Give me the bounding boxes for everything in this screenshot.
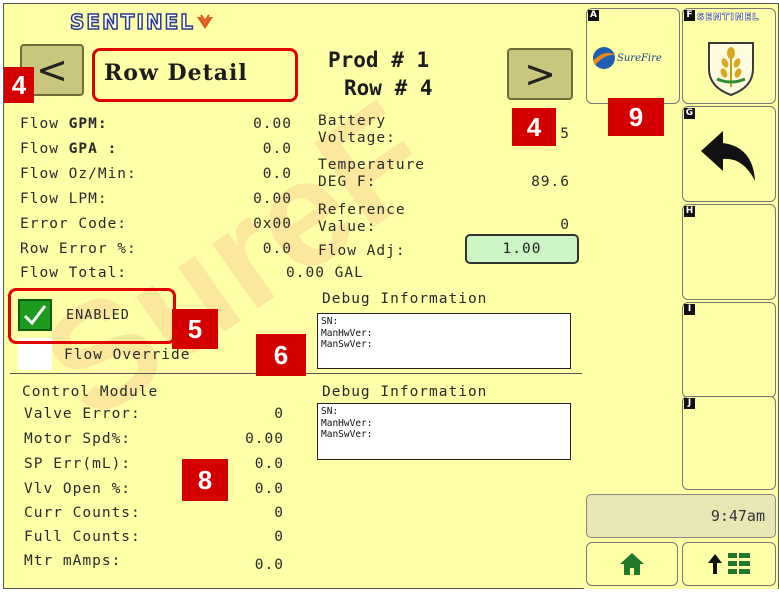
softkey-i-letter: I bbox=[684, 304, 695, 315]
sentinel-logo: SENTINEL bbox=[69, 8, 215, 36]
debug-info-title-2: Debug Information bbox=[322, 384, 488, 400]
curr-counts-value: 0 bbox=[274, 505, 284, 521]
valve-error-value: 0 bbox=[274, 406, 284, 422]
flow-lpm-value: 0.00 bbox=[253, 191, 292, 207]
callout-4-right: 4 bbox=[512, 108, 556, 146]
grid-layout-icon bbox=[728, 553, 750, 574]
softkey-f-logo-text: SENTINEL bbox=[697, 12, 760, 24]
sp-err-label: SP Err(mL): bbox=[24, 456, 132, 472]
flow-adj-value: 1.00 bbox=[502, 241, 542, 257]
debug-info-title-1: Debug Information bbox=[322, 291, 488, 307]
prod-number: Prod # 1 bbox=[328, 48, 430, 72]
home-icon bbox=[620, 553, 644, 575]
clock-display: 9:47am bbox=[586, 494, 776, 538]
full-counts-value: 0 bbox=[274, 529, 284, 545]
flow-gpm-value: 0.00 bbox=[253, 116, 292, 132]
debug-info-box-2: SN: ManHwVer: ManSwVer: bbox=[317, 403, 571, 460]
temperature-label-2: DEG F: bbox=[318, 174, 377, 190]
softkey-h-letter: H bbox=[684, 206, 695, 217]
full-counts-label: Full Counts: bbox=[24, 529, 141, 545]
callout-9: 9 bbox=[608, 98, 664, 136]
temperature-label-1: Temperature bbox=[318, 157, 426, 173]
flow-total-value: 0.00 GAL bbox=[286, 265, 364, 281]
callout-4-left: 4 bbox=[4, 67, 34, 103]
flow-lpm-label: Flow LPM: bbox=[20, 191, 108, 207]
reference-value: 0 bbox=[560, 217, 570, 233]
debug1-sn: SN: bbox=[321, 316, 339, 327]
mtr-mamps-label: Mtr mAmps: bbox=[24, 553, 122, 569]
reference-label-2: Value: bbox=[318, 219, 377, 235]
flow-total-label: Flow Total: bbox=[20, 265, 128, 281]
flow-adj-label: Flow Adj: bbox=[318, 243, 406, 259]
flow-gpa-value: 0.0 bbox=[262, 141, 292, 157]
surefire-logo: SureFire bbox=[591, 43, 679, 73]
flow-override-label: Flow Override bbox=[64, 347, 191, 363]
softkey-g-letter: G bbox=[684, 108, 695, 119]
softkey-a-letter: A bbox=[588, 10, 599, 21]
debug1-swver: ManSwVer: bbox=[321, 339, 373, 350]
row-error-value: 0.0 bbox=[262, 241, 292, 257]
mtr-mamps-value: 0.0 bbox=[254, 557, 284, 573]
flow-gpm-label: Flow GPM: bbox=[20, 116, 108, 132]
motor-spd-value: 0.00 bbox=[245, 431, 284, 447]
reference-label-1: Reference bbox=[318, 202, 406, 218]
flow-gpa-label: Flow GPA : bbox=[20, 141, 118, 157]
error-code-label: Error Code: bbox=[20, 216, 128, 232]
sentinel-logo-text: SENTINEL bbox=[69, 9, 196, 35]
debug2-sn: SN: bbox=[321, 406, 339, 417]
softkey-a-surefire[interactable]: A SureFire bbox=[586, 8, 680, 104]
softkey-g-back[interactable]: G bbox=[682, 106, 776, 202]
softkey-j-letter: J bbox=[684, 398, 695, 409]
prev-symbol: < bbox=[36, 48, 68, 92]
softkey-f-sentinel[interactable]: F SENTINEL bbox=[682, 8, 776, 104]
surefire-logo-text: SureFire bbox=[617, 52, 662, 64]
back-arrow-icon bbox=[701, 131, 755, 181]
flow-adj-input[interactable]: 1.00 bbox=[465, 234, 579, 264]
flow-oz-value: 0.0 bbox=[262, 166, 292, 182]
vlv-open-label: Vlv Open %: bbox=[24, 481, 132, 497]
battery-label-1: Battery bbox=[318, 113, 387, 129]
terminal-screen: SureF SENTINEL < Row Detail Prod # 1 Row… bbox=[3, 3, 779, 589]
callout-6: 6 bbox=[256, 334, 306, 376]
softkey-j[interactable]: J bbox=[682, 396, 776, 490]
softkey-i[interactable]: I bbox=[682, 302, 776, 398]
wheat-emblem-icon bbox=[708, 42, 754, 97]
debug-info-box-1: SN: ManHwVer: ManSwVer: bbox=[317, 313, 571, 369]
debug2-swver: ManSwVer: bbox=[321, 429, 373, 440]
enabled-highlight-box bbox=[8, 288, 176, 344]
next-row-button[interactable]: > bbox=[507, 48, 573, 100]
control-module-title: Control Module bbox=[22, 384, 159, 400]
home-button[interactable] bbox=[586, 542, 678, 586]
callout-8: 8 bbox=[182, 459, 228, 501]
softkey-h[interactable]: H bbox=[682, 204, 776, 300]
next-symbol: > bbox=[524, 52, 556, 96]
battery-label-2: Voltage: bbox=[318, 130, 396, 146]
row-number: Row # 4 bbox=[344, 76, 433, 100]
motor-spd-label: Motor Spd%: bbox=[24, 431, 132, 447]
debug2-hwver: ManHwVer: bbox=[321, 417, 373, 429]
valve-error-label: Valve Error: bbox=[24, 406, 141, 422]
row-error-label: Row Error %: bbox=[20, 241, 137, 257]
layout-menu-button[interactable] bbox=[682, 542, 776, 586]
surefire-swoosh-icon bbox=[593, 47, 615, 69]
title-highlight-box bbox=[92, 48, 298, 102]
flow-oz-label: Flow Oz/Min: bbox=[20, 166, 137, 182]
curr-counts-label: Curr Counts: bbox=[24, 505, 141, 521]
up-arrow-icon bbox=[708, 554, 722, 574]
sentinel-leaf-icon bbox=[197, 14, 214, 29]
callout-5: 5 bbox=[172, 309, 218, 349]
error-code-value: 0x00 bbox=[253, 216, 292, 232]
temperature-value: 89.6 bbox=[531, 174, 570, 190]
softkey-f-letter: F bbox=[684, 10, 695, 21]
debug1-hwver: ManHwVer: bbox=[321, 327, 373, 339]
clock-text: 9:47am bbox=[710, 507, 765, 525]
